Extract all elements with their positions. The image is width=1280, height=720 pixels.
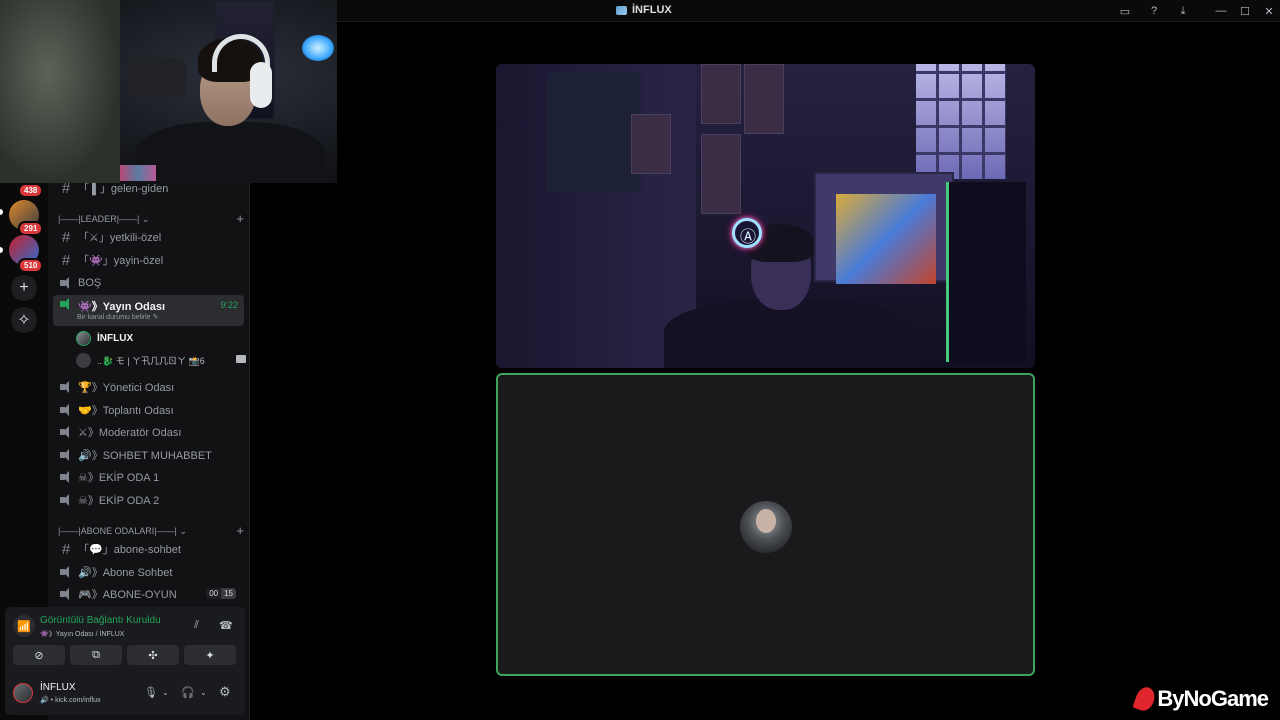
bynogame-logo: ByNoGame <box>1132 684 1269 714</box>
video-tile-camera[interactable]: Ⓐ <box>496 64 1035 368</box>
speaker-icon <box>59 566 73 578</box>
mention-badge: 291 <box>18 221 44 236</box>
username[interactable]: İNFLUX <box>40 682 76 693</box>
channel-sohbet-muhabbet[interactable]: 🔊》SOHBET MUHABBET <box>53 444 244 466</box>
pc-case <box>946 182 1026 362</box>
user-panel: İNFLUX 🔊 • kick.com/influx 🎙 ⌄ 🎧 ⌄ ⚙ <box>5 679 245 709</box>
server-indicator <box>0 247 3 253</box>
screen-share-icon: ⧉ <box>92 648 100 661</box>
speaker-icon <box>59 449 73 461</box>
mention-badge: 510 <box>18 258 44 273</box>
video-tile-avatar[interactable] <box>496 373 1035 676</box>
channel-abone-oyun[interactable]: 🎮》ABONE-OYUN 00 15 <box>53 583 244 605</box>
help-icon[interactable]: ? <box>1146 3 1162 19</box>
mention-badge: 438 <box>18 183 44 198</box>
channel-status[interactable]: Bir kanal durumu belirle ✎ <box>77 313 158 321</box>
gear-icon[interactable]: ⚙ <box>219 684 231 700</box>
voice-member[interactable]: İNFLUX <box>76 328 133 348</box>
maximize-button[interactable]: ☐ <box>1237 3 1253 19</box>
channel-bos[interactable]: BOŞ <box>53 272 244 294</box>
custom-status: 🔊 • kick.com/influx <box>40 697 101 704</box>
voice-member[interactable]: ..🐉 モ | ㄚ卂几几ㄖㄚ 📸6 <box>76 350 246 370</box>
channel-ekip-oda-2[interactable]: ☠》EKİP ODA 2 <box>53 489 244 511</box>
microphone-icon[interactable]: 🎙 <box>144 686 158 699</box>
camera-off-icon: ⊘ <box>34 649 44 662</box>
jersey <box>546 72 641 192</box>
inbox-icon[interactable]: ▭ <box>1117 3 1133 19</box>
user-limit-badge: 00 15 <box>206 588 236 599</box>
speaker-icon <box>59 426 73 438</box>
download-icon[interactable]: ⤓ <box>1175 3 1191 19</box>
category-leader[interactable]: |——|LEADER|——| ⌄ + <box>58 212 244 225</box>
add-channel-icon[interactable]: + <box>236 212 244 225</box>
app-icon <box>616 5 627 15</box>
call-timer: 9:22 <box>220 300 238 310</box>
activities-icon: ✣ <box>148 649 158 662</box>
channel-yayin-ozel[interactable]: # 「👾」yayin-özel <box>53 249 244 271</box>
text-channel-icon: # <box>61 251 71 269</box>
activities-button[interactable]: ✣ <box>127 645 179 665</box>
speaker-icon <box>59 404 73 416</box>
channel-moderator-odasi[interactable]: ⚔》Moderatör Odası <box>53 421 244 443</box>
channel-yonetici-odasi[interactable]: 🏆》Yönetici Odası <box>53 376 244 398</box>
connection-status[interactable]: Görüntülü Bağlantı Kuruldu <box>40 615 161 626</box>
channel-ekip-oda-1[interactable]: ☠》EKİP ODA 1 <box>53 466 244 488</box>
avatar[interactable] <box>13 683 33 703</box>
bynogame-logo-icon <box>1132 684 1158 714</box>
speaker-icon <box>59 298 73 310</box>
headphones-icon[interactable]: 🎧 <box>181 686 195 699</box>
channel-abone-sohbet[interactable]: 🔊》Abone Sohbet <box>53 561 244 583</box>
avatar <box>76 352 91 368</box>
avatar <box>740 501 792 553</box>
add-server-icon[interactable]: + <box>11 275 37 301</box>
minimize-button[interactable]: — <box>1213 3 1229 19</box>
text-channel-icon: # <box>61 228 71 246</box>
noise-suppression-icon[interactable]: ⫽ <box>194 619 199 632</box>
speaker-icon <box>59 494 73 506</box>
video-icon <box>236 355 246 363</box>
text-channel-icon: # <box>61 540 71 558</box>
soundboard-button[interactable]: ✦ <box>184 645 236 665</box>
anime-poster <box>836 194 936 284</box>
voice-panel: 📶 Görüntülü Bağlantı Kuruldu 👾》Yayın Oda… <box>5 607 245 715</box>
window <box>916 64 1006 179</box>
headset-light-icon: Ⓐ <box>732 218 762 248</box>
window-title: İNFLUX <box>616 4 672 16</box>
speaker-icon <box>59 277 73 289</box>
connection-channel[interactable]: 👾》Yayın Odası / İNFLUX <box>40 629 124 639</box>
speaker-icon <box>59 471 73 483</box>
channel-yetkili-ozel[interactable]: # 「⚔」yetkili-özel <box>53 226 244 248</box>
camera-off-button[interactable]: ⊘ <box>13 645 65 665</box>
channel-toplanti-odasi[interactable]: 🤝》Toplantı Odası <box>53 399 244 421</box>
speaker-icon <box>59 381 73 393</box>
explore-icon[interactable]: ✧ <box>11 307 37 333</box>
avatar <box>76 330 91 346</box>
chevron-down-icon[interactable]: ⌄ <box>162 688 169 697</box>
channel-abone-sohbet-text[interactable]: # 「💬」abone-sohbet <box>53 538 244 560</box>
category-abone-odalari[interactable]: |——|ABONE ODALARI|——| ⌄ + <box>58 524 244 537</box>
add-channel-icon[interactable]: + <box>236 524 244 537</box>
connection-signal-icon[interactable]: 📶 <box>13 615 35 637</box>
channel-yayin-odasi[interactable]: 👾》Yayın Odası 9:22 Bir kanal durumu beli… <box>53 295 244 326</box>
close-button[interactable]: ✕ <box>1261 3 1277 19</box>
streamer-webcam <box>0 0 337 183</box>
server-indicator <box>0 209 3 215</box>
disconnect-icon[interactable]: ☎ <box>219 619 233 632</box>
screen-share-button[interactable]: ⧉ <box>70 645 122 665</box>
chevron-down-icon[interactable]: ⌄ <box>200 688 207 697</box>
speaker-icon <box>59 588 73 600</box>
soundboard-icon: ✦ <box>205 649 215 662</box>
